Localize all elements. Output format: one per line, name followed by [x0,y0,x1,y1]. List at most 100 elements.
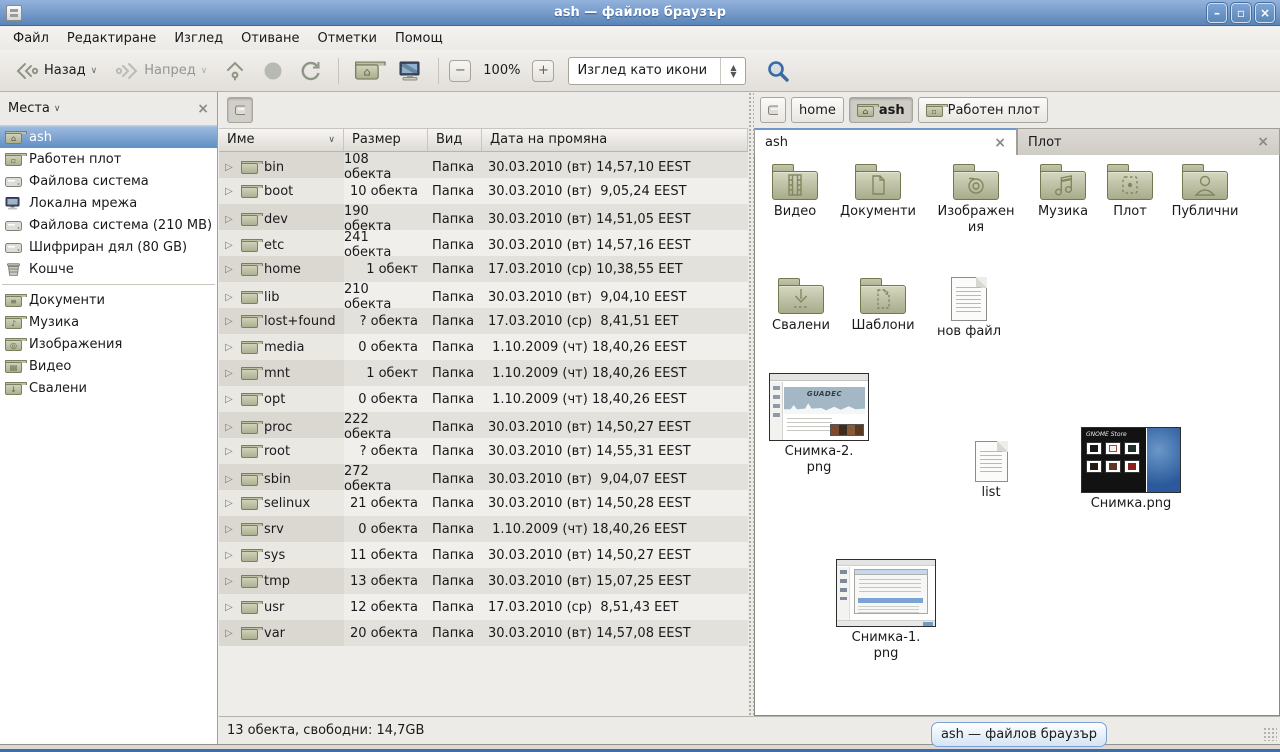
minimize-button[interactable]: – [1207,3,1227,23]
table-row[interactable]: ▷ usr 12 обекта Папка 17.03.2010 (ср) 8,… [219,594,748,620]
tab-close-icon[interactable]: × [994,135,1006,151]
folder-item-downloads[interactable]: Свалени [759,277,843,334]
folder-item-public[interactable]: Публични [1161,163,1249,220]
home-button[interactable]: ⌂ [349,60,378,81]
stop-button[interactable] [256,57,290,85]
back-history-chevron-icon[interactable]: ∨ [91,66,98,76]
expander-icon[interactable]: ▷ [225,602,235,613]
image-item-snimka-2[interactable]: GUADEC Снимка-2. png [769,373,869,477]
table-row[interactable]: ▷ srv 0 обекта Папка 1.10.2009 (чт) 18,4… [219,516,748,542]
expander-icon[interactable]: ▷ [225,446,235,457]
expander-icon[interactable]: ▷ [225,186,235,197]
table-row[interactable]: ▷ proc 222 обекта Папка 30.03.2010 (вт) … [219,412,748,438]
table-row[interactable]: ▷ sys 11 обекта Папка 30.03.2010 (вт) 14… [219,542,748,568]
expander-icon[interactable]: ▷ [225,162,235,173]
column-header-type[interactable]: Вид [428,129,482,151]
expander-icon[interactable]: ▷ [225,474,235,485]
table-row[interactable]: ▷ tmp 13 обекта Папка 30.03.2010 (вт) 15… [219,568,748,594]
column-header-name[interactable]: Име ∨ [219,129,344,151]
breadcrumb-root-button[interactable] [227,97,253,123]
zoom-out-button[interactable]: − [449,60,471,82]
tab-close-icon[interactable]: × [1257,134,1269,150]
expander-icon[interactable]: ▷ [225,550,235,561]
expander-icon[interactable]: ▷ [225,498,235,509]
forward-history-chevron-icon[interactable]: ∨ [201,66,208,76]
folder-item-templates[interactable]: Шаблони [841,277,925,334]
forward-button[interactable]: Напред ∨ [108,57,214,85]
menu-go[interactable]: Отиване [232,27,308,50]
expander-icon[interactable]: ▷ [225,628,235,639]
tab-plot[interactable]: Плот × [1017,128,1280,155]
sidebar-item-filesystem[interactable]: Файлова система [0,170,217,192]
table-row[interactable]: ▷ etc 241 обекта Папка 30.03.2010 (вт) 1… [219,230,748,256]
computer-button[interactable] [392,57,428,85]
up-button[interactable] [218,57,252,85]
file-item-list[interactable]: list [951,441,1031,501]
sidebar-item-desktop[interactable]: ▫ Работен плот [0,148,217,170]
sidebar-item-encrypted-80gb[interactable]: Шифриран дял (80 GB) [0,236,217,258]
search-button[interactable] [760,55,796,87]
menu-file[interactable]: Файл [4,27,58,50]
table-row[interactable]: ▷ bin 108 обекта Папка 30.03.2010 (вт) 1… [219,152,748,178]
menu-edit[interactable]: Редактиране [58,27,165,50]
expander-icon[interactable]: ▷ [225,316,235,327]
sidebar-title[interactable]: Места [8,101,50,116]
tab-ash[interactable]: ash × [754,128,1017,155]
sidebar-item-ash[interactable]: ⌂ ash [0,126,217,148]
table-row[interactable]: ▷ var 20 обекта Папка 30.03.2010 (вт) 14… [219,620,748,646]
folder-item-desktop[interactable]: Плот [1092,163,1168,220]
expander-icon[interactable]: ▷ [225,422,235,433]
menu-bookmarks[interactable]: Отметки [308,27,385,50]
file-item-new-file[interactable]: нов файл [925,277,1013,340]
sidebar-close-icon[interactable]: × [197,101,209,117]
image-item-snimka-1[interactable]: Снимка-1. png [836,559,936,663]
back-button[interactable]: Назад ∨ [8,57,104,85]
sidebar-item-videos[interactable]: ▤ Видео [0,355,217,377]
sidebar-item-filesystem-210mb[interactable]: Файлова система (210 MB) [0,214,217,236]
expander-icon[interactable]: ▷ [225,214,235,225]
sidebar-item-trash[interactable]: Кошче [0,258,217,280]
image-item-snimka[interactable]: GNOME Store Снимка.png [1081,427,1181,512]
menu-view[interactable]: Изглед [165,27,232,50]
maximize-button[interactable]: ▫ [1231,3,1251,23]
close-button[interactable]: × [1255,3,1275,23]
table-row[interactable]: ▷ mnt 1 обект Папка 1.10.2009 (чт) 18,40… [219,360,748,386]
breadcrumb-desktop-button[interactable]: ▫ Работен плот [918,97,1048,123]
sidebar-item-music[interactable]: ♪ Музика [0,311,217,333]
icon-view[interactable]: Видео Документи Изображен ия Музика [754,155,1280,716]
folder-item-pictures[interactable]: Изображен ия [934,163,1018,237]
sidebar-item-pictures[interactable]: ◎ Изображения [0,333,217,355]
expander-icon[interactable]: ▷ [225,524,235,535]
reload-button[interactable] [294,57,328,85]
folder-item-documents[interactable]: Документи [832,163,924,220]
table-row[interactable]: ▷ home 1 обект Папка 17.03.2010 (ср) 10,… [219,256,748,282]
zoom-in-button[interactable]: + [532,60,554,82]
expander-icon[interactable]: ▷ [225,368,235,379]
table-row[interactable]: ▷ root ? обекта Папка 30.03.2010 (вт) 14… [219,438,748,464]
table-row[interactable]: ▷ dev 190 обекта Папка 30.03.2010 (вт) 1… [219,204,748,230]
expander-icon[interactable]: ▷ [225,264,235,275]
column-header-date[interactable]: Дата на промяна [482,129,748,151]
sidebar-chevron-icon[interactable]: ∨ [54,104,197,114]
table-row[interactable]: ▷ boot 10 обекта Папка 30.03.2010 (вт) 9… [219,178,748,204]
breadcrumb-ash-button[interactable]: ⌂ ash [849,97,913,123]
resize-grip[interactable] [1263,727,1277,741]
table-row[interactable]: ▷ lib 210 обекта Папка 30.03.2010 (вт) 9… [219,282,748,308]
sidebar-item-documents[interactable]: ≡ Документи [0,289,217,311]
expander-icon[interactable]: ▷ [225,576,235,587]
column-header-size[interactable]: Размер [344,129,428,151]
sidebar-item-downloads[interactable]: ↓ Свалени [0,377,217,399]
title-bar[interactable]: ash — файлов браузър – ▫ × [0,0,1280,26]
breadcrumb-home-button[interactable]: home [791,97,844,123]
view-mode-select[interactable]: Изглед като икони ▲ ▼ [568,57,746,85]
table-row[interactable]: ▷ sbin 272 обекта Папка 30.03.2010 (вт) … [219,464,748,490]
table-row[interactable]: ▷ selinux 21 обекта Папка 30.03.2010 (вт… [219,490,748,516]
expander-icon[interactable]: ▷ [225,292,235,303]
table-row[interactable]: ▷ lost+found ? обекта Папка 17.03.2010 (… [219,308,748,334]
table-row[interactable]: ▷ media 0 обекта Папка 1.10.2009 (чт) 18… [219,334,748,360]
folder-item-videos[interactable]: Видео [755,163,835,220]
breadcrumb-root-button[interactable] [760,97,786,123]
sidebar-item-network[interactable]: Локална мрежа [0,192,217,214]
expander-icon[interactable]: ▷ [225,240,235,251]
menu-help[interactable]: Помощ [386,27,452,50]
